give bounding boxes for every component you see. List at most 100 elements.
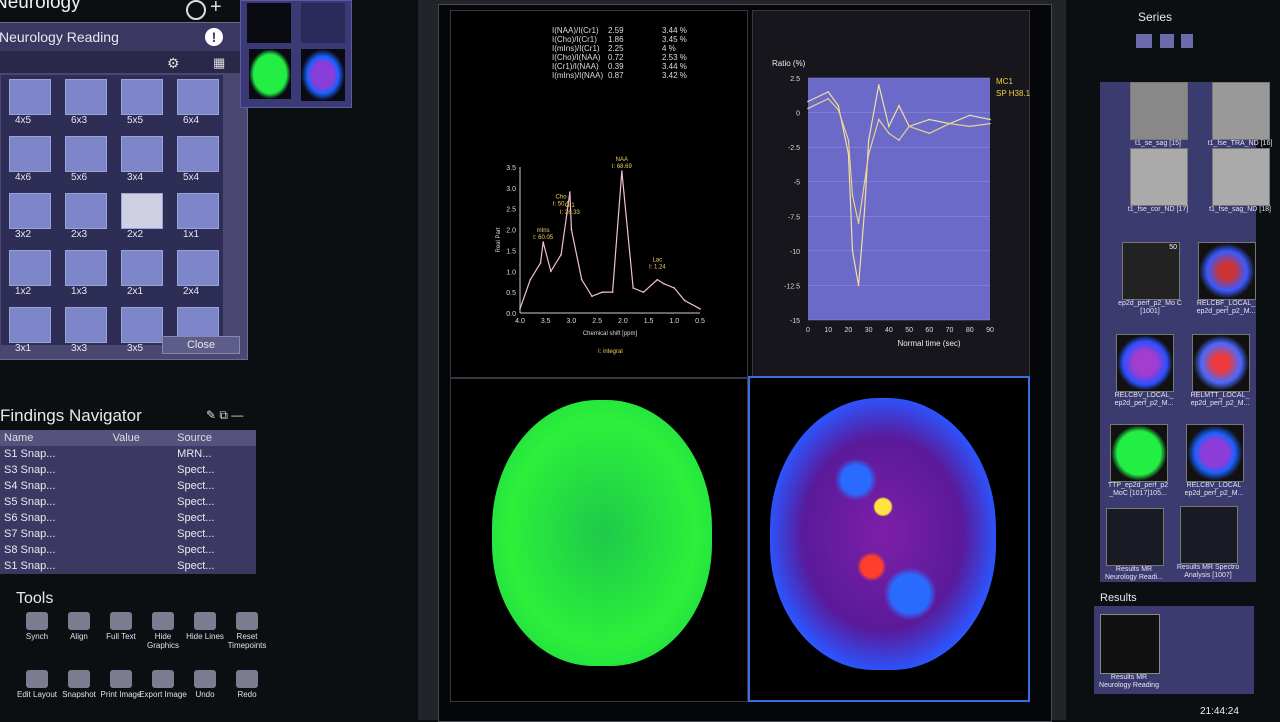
thumb-green-map[interactable] bbox=[249, 49, 291, 99]
layout-option-5x6[interactable] bbox=[65, 136, 107, 172]
layout-option-1x1[interactable] bbox=[177, 193, 219, 229]
x-tick-label: 2.0 bbox=[618, 318, 628, 325]
layout-option-label: 2x2 bbox=[127, 229, 144, 240]
table-row[interactable]: S8 Snap... Spect... bbox=[0, 542, 256, 558]
layout-option-2x1[interactable] bbox=[121, 250, 163, 286]
series-point bbox=[968, 125, 971, 128]
series-thumb[interactable] bbox=[1186, 424, 1244, 482]
table-row[interactable]: S1 Snap... Spect... bbox=[0, 558, 256, 574]
layout-option-3x4[interactable] bbox=[121, 136, 163, 172]
cbv-brain-map bbox=[770, 398, 996, 670]
series-point bbox=[867, 139, 870, 142]
layout-option-1x2[interactable] bbox=[9, 250, 51, 286]
cell-value bbox=[109, 526, 174, 542]
layout-option-1x3[interactable] bbox=[65, 250, 107, 286]
series-label: Results MR Neurology Readi... bbox=[1105, 566, 1163, 581]
x-tick-label: 50 bbox=[905, 327, 913, 334]
col-source[interactable]: Source bbox=[173, 430, 256, 446]
clock: 21:44:24 bbox=[1200, 706, 1239, 717]
col-value[interactable]: Value bbox=[108, 430, 174, 446]
layout-option-5x5[interactable] bbox=[121, 79, 163, 115]
peak-value-label: I: 1.24 bbox=[649, 264, 666, 270]
tool-redo[interactable]: Redo bbox=[222, 670, 272, 699]
layout-option-3x2[interactable] bbox=[9, 193, 51, 229]
series-thumb[interactable] bbox=[1116, 334, 1174, 392]
series-point bbox=[989, 118, 991, 121]
tool-icon bbox=[152, 612, 174, 630]
layout-option-2x4[interactable] bbox=[177, 250, 219, 286]
thumb-spectrum[interactable] bbox=[247, 3, 291, 43]
play-icon[interactable] bbox=[186, 0, 206, 20]
series-thumb[interactable] bbox=[1180, 506, 1238, 564]
series-thumb[interactable] bbox=[1198, 242, 1256, 300]
series-point bbox=[857, 222, 860, 224]
info-icon[interactable]: ! bbox=[205, 28, 223, 46]
layout-option-label: 5x6 bbox=[71, 172, 88, 183]
layout-option-3x3[interactable] bbox=[65, 307, 107, 343]
gear-icon[interactable]: ⚙ bbox=[167, 55, 180, 72]
table-row[interactable]: S6 Snap... Spect... bbox=[0, 510, 256, 526]
series-thumb[interactable] bbox=[1212, 82, 1270, 140]
series-thumb[interactable]: 50 bbox=[1122, 242, 1180, 300]
cell-name: S4 Snap... bbox=[4, 480, 56, 492]
col-name[interactable]: Name bbox=[0, 430, 109, 446]
findings-toolbar-icons[interactable]: ✎ ⧉ — bbox=[206, 408, 243, 423]
series-label: RELCBV_LOCAL ep2d_perf_p2_M... bbox=[1184, 482, 1244, 497]
layout-option-6x3[interactable] bbox=[65, 79, 107, 115]
ttp-brain-map bbox=[492, 400, 712, 666]
tool-reset-timepoints[interactable]: Reset Timepoints bbox=[222, 612, 272, 650]
cell-name: S7 Snap... bbox=[4, 528, 56, 540]
series-label: RELCBF_LOCAL_ ep2d_perf_p2_M... bbox=[1196, 300, 1256, 315]
table-row[interactable]: S5 Snap... Spect... bbox=[0, 494, 256, 510]
grid-view-icon[interactable] bbox=[1160, 34, 1175, 48]
series-thumb[interactable] bbox=[1130, 82, 1188, 140]
layout-option-2x2[interactable] bbox=[121, 193, 163, 229]
layout-grid: 4x5 6x3 5x5 6x4 4x6 5x6 3x4 5x4 3x2 2x3 2x2 1x1 1x2 1… bbox=[1, 75, 223, 354]
close-button[interactable]: Close bbox=[162, 336, 240, 354]
series-label: t1_se_sag [15] bbox=[1135, 140, 1181, 147]
series-thumb[interactable] bbox=[1212, 148, 1270, 206]
legend-entry: SP H38.1 bbox=[996, 89, 1031, 98]
tool-icon[interactable] bbox=[1136, 34, 1152, 48]
y-tick-label: 2.0 bbox=[506, 228, 516, 235]
findings-table: Name Value Source S1 Snap... MRN... S3 Sna… bbox=[0, 430, 256, 574]
series-label: RELMTT_LOCAL_ ep2d_perf_p2_M... bbox=[1190, 392, 1250, 407]
spectrum-point bbox=[601, 291, 604, 293]
series-thumb[interactable] bbox=[1106, 508, 1164, 566]
cell-source: Spect... bbox=[177, 480, 215, 492]
tool-icon bbox=[26, 670, 48, 688]
peak-name-label: Cr1 bbox=[565, 203, 575, 209]
layout-option-6x4[interactable] bbox=[177, 79, 219, 115]
series-point bbox=[857, 284, 860, 287]
add-icon[interactable]: + bbox=[210, 0, 222, 19]
thumb-chart[interactable] bbox=[301, 3, 345, 43]
tool-icon bbox=[68, 670, 90, 688]
series-point bbox=[888, 125, 890, 128]
layout-option-3x1[interactable] bbox=[9, 307, 51, 343]
series-point bbox=[989, 122, 991, 125]
layout-option-4x6[interactable] bbox=[9, 136, 51, 172]
layout-option-3x5[interactable] bbox=[121, 307, 163, 343]
series-thumb[interactable] bbox=[1110, 424, 1168, 482]
layout-option-5x4[interactable] bbox=[177, 136, 219, 172]
chevron-down-icon[interactable] bbox=[1180, 34, 1193, 48]
spectrum-point bbox=[569, 191, 571, 193]
table-row[interactable]: S4 Snap... Spect... bbox=[0, 478, 256, 494]
table-row[interactable]: S7 Snap... Spect... bbox=[0, 526, 256, 542]
x-tick-label: 3.5 bbox=[541, 318, 551, 325]
grid-icon[interactable]: ▦ bbox=[213, 55, 225, 71]
cell-value bbox=[109, 558, 174, 574]
layout-option-4x5[interactable] bbox=[9, 79, 51, 115]
layout-option-2x3[interactable] bbox=[65, 193, 107, 229]
table-row[interactable]: S3 Snap... Spect... bbox=[0, 462, 256, 478]
thumb-color-map[interactable] bbox=[301, 49, 345, 101]
results-thumb[interactable] bbox=[1100, 614, 1160, 674]
series-thumb[interactable] bbox=[1130, 148, 1188, 206]
spectrum-point bbox=[699, 308, 701, 310]
table-row[interactable]: S1 Snap... MRN... bbox=[0, 446, 256, 462]
results-title: Results bbox=[1100, 592, 1137, 604]
metric-row: I(Cho)/I(NAA) 0.72 2.53 % bbox=[552, 53, 687, 62]
layout-toolbar: ⚙ ▦ bbox=[0, 51, 247, 73]
peak-value-label: I: 68.69 bbox=[612, 164, 633, 170]
series-thumb[interactable] bbox=[1192, 334, 1250, 392]
